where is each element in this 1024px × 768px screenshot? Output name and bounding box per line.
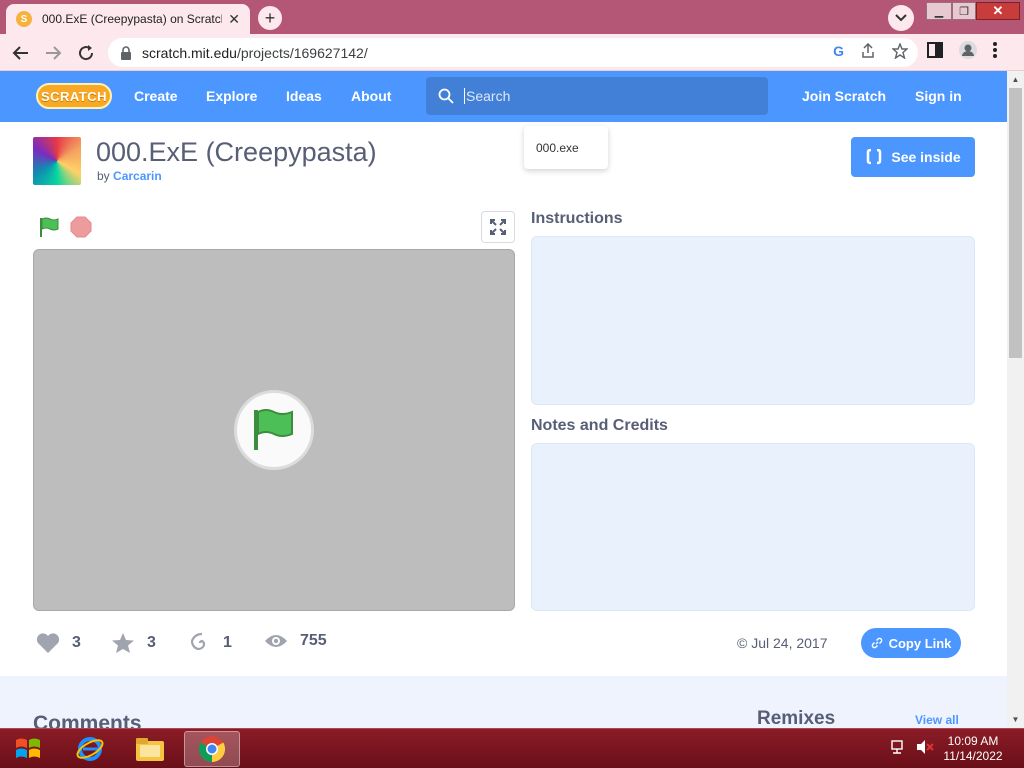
tab-title: 000.ExE (Creepypasta) on Scratch — [42, 12, 223, 26]
project-author-line: by Carcarin — [97, 169, 162, 183]
minimize-button[interactable]: ▁ — [926, 2, 952, 20]
chevron-down-icon — [895, 14, 907, 22]
chrome-icon — [198, 736, 226, 763]
share-date: © Jul 24, 2017 — [737, 635, 828, 651]
volume-muted-icon[interactable] — [916, 739, 934, 755]
search-input[interactable]: Search — [426, 77, 768, 115]
start-project-button[interactable] — [234, 390, 314, 470]
search-placeholder: Search — [464, 88, 511, 104]
search-icon — [438, 88, 454, 104]
browser-tab[interactable]: S 000.ExE (Creepypasta) on Scratch ✕ — [6, 4, 250, 34]
see-inside-label: See inside — [891, 149, 961, 165]
profile-avatar-icon[interactable] — [958, 40, 978, 60]
taskbar-internet-explorer[interactable] — [62, 731, 118, 767]
remix-spiral-icon — [190, 632, 206, 651]
taskbar-chrome[interactable] — [184, 731, 240, 767]
windows-logo-icon — [16, 738, 40, 758]
copy-link-button[interactable]: Copy Link — [861, 628, 961, 658]
favorite-stat[interactable]: 3 — [111, 632, 156, 654]
nav-create[interactable]: Create — [134, 88, 178, 104]
remix-count: 1 — [223, 634, 232, 651]
menu-dots-icon[interactable] — [992, 41, 998, 59]
close-window-button[interactable]: ✕ — [976, 2, 1020, 20]
bookmark-star-icon[interactable] — [892, 43, 908, 59]
browser-toolbar: scratch.mit.edu/projects/169627142/ G — [0, 34, 1024, 71]
tab-search-button[interactable] — [888, 5, 914, 31]
scroll-down-arrow-icon[interactable]: ▼ — [1007, 711, 1024, 728]
clock-date: 11/14/2022 — [943, 749, 1003, 763]
nav-explore[interactable]: Explore — [206, 88, 257, 104]
see-inside-button[interactable]: See inside — [851, 137, 975, 177]
system-tray — [890, 739, 934, 755]
nav-about[interactable]: About — [351, 88, 391, 104]
windows-taskbar: 10:09 AM 11/14/2022 — [0, 728, 1024, 768]
taskbar-file-explorer[interactable] — [122, 731, 178, 767]
instructions-panel — [531, 236, 975, 405]
copy-link-label: Copy Link — [888, 635, 952, 651]
scratch-logo[interactable]: SCRATCH — [36, 83, 112, 109]
new-tab-button[interactable]: + — [258, 6, 282, 30]
side-panel-icon[interactable] — [926, 41, 944, 59]
love-count: 3 — [72, 634, 81, 651]
internet-explorer-icon — [76, 737, 104, 761]
share-icon[interactable] — [860, 43, 876, 59]
page-scrollbar[interactable]: ▲ ▼ — [1007, 71, 1024, 728]
project-title: 000.ExE (Creepypasta) — [96, 137, 377, 167]
network-icon[interactable] — [890, 739, 906, 755]
scroll-thumb[interactable] — [1009, 88, 1022, 358]
green-flag-icon[interactable] — [38, 216, 60, 238]
project-stage[interactable] — [33, 249, 515, 611]
search-suggestion[interactable]: 000.exe — [524, 126, 608, 169]
scroll-up-arrow-icon[interactable]: ▲ — [1007, 71, 1024, 88]
link-icon — [871, 637, 882, 649]
instructions-heading: Instructions — [531, 210, 623, 227]
eye-icon — [265, 635, 287, 647]
favorite-count: 3 — [147, 634, 156, 651]
fullscreen-button[interactable] — [481, 211, 515, 243]
scratch-favicon-icon: S — [16, 11, 32, 27]
view-all-link[interactable]: View all — [915, 713, 959, 727]
author-link[interactable]: Carcarin — [113, 169, 162, 183]
google-lens-icon[interactable]: G — [833, 43, 844, 59]
forward-button[interactable] — [40, 40, 66, 66]
lock-icon — [121, 45, 131, 60]
clock-time: 10:09 AM — [947, 734, 999, 748]
view-stat: 755 — [264, 632, 327, 650]
remix-arrows-icon — [867, 149, 882, 165]
scratch-nav-bar: SCRATCH Create Explore Ideas About Searc… — [0, 71, 1007, 122]
maximize-button[interactable]: ❐ — [952, 2, 976, 20]
nav-ideas[interactable]: Ideas — [286, 88, 322, 104]
comments-heading: Comments — [33, 712, 142, 728]
url-text: scratch.mit.edu/projects/169627142/ — [142, 44, 368, 61]
heart-icon — [36, 633, 60, 653]
remixes-heading: Remixes — [757, 708, 836, 728]
arrow-right-icon — [46, 46, 62, 60]
tab-close-icon[interactable]: ✕ — [228, 11, 240, 28]
browser-tab-strip: S 000.ExE (Creepypasta) on Scratch ✕ + ▁… — [0, 0, 1024, 34]
star-icon — [112, 633, 134, 653]
stop-icon[interactable] — [70, 216, 92, 238]
fullscreen-icon — [490, 219, 506, 235]
remix-stat: 1 — [189, 632, 232, 654]
arrow-left-icon — [12, 46, 28, 60]
back-button[interactable] — [8, 40, 34, 66]
love-stat[interactable]: 3 — [36, 632, 81, 654]
reload-icon — [79, 45, 94, 61]
start-button[interactable] — [6, 731, 50, 767]
notes-heading: Notes and Credits — [531, 417, 668, 434]
join-scratch-link[interactable]: Join Scratch — [802, 88, 886, 104]
sign-in-link[interactable]: Sign in — [915, 88, 962, 104]
folder-icon — [136, 738, 164, 761]
notes-panel — [531, 443, 975, 611]
view-count: 755 — [300, 632, 327, 649]
project-thumbnail — [33, 137, 81, 185]
address-bar[interactable]: scratch.mit.edu/projects/169627142/ G — [108, 38, 918, 67]
reload-button[interactable] — [73, 40, 99, 66]
taskbar-clock[interactable]: 10:09 AM 11/14/2022 — [940, 734, 1006, 764]
lower-section: Comments Remixes View all — [0, 676, 1007, 728]
green-flag-icon — [254, 409, 293, 450]
